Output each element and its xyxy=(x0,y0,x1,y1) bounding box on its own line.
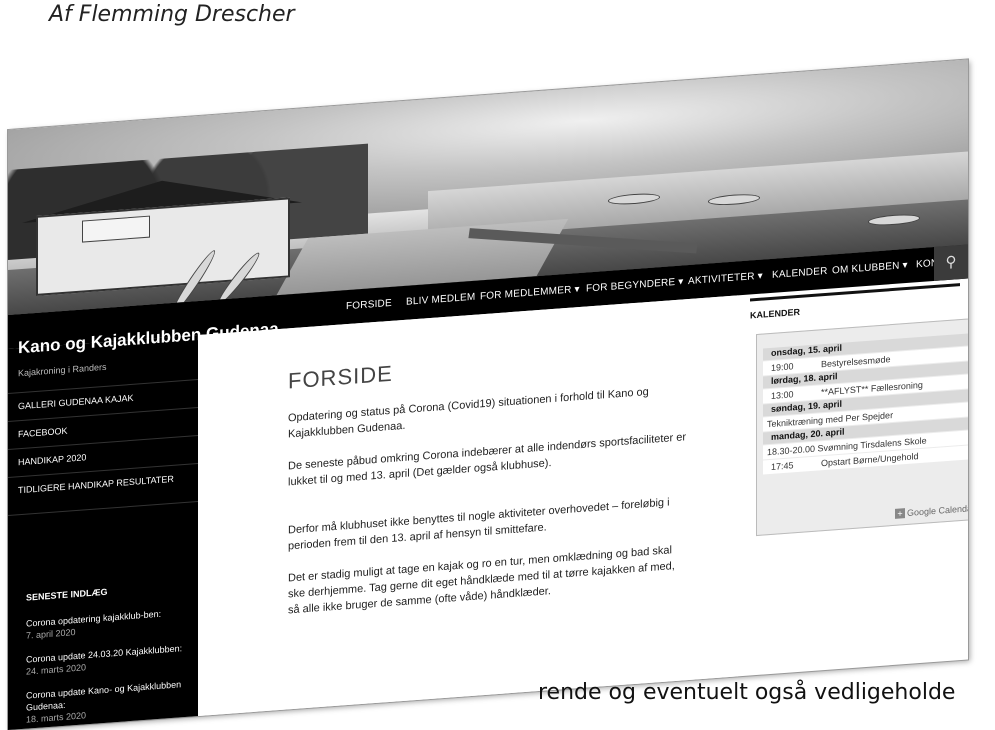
sidebar-link-facebook[interactable]: FACEBOOK xyxy=(18,416,188,440)
calendar-widget: KALENDER onsdag, 15. april 19:00 Bestyre… xyxy=(750,279,968,574)
calendar-heading: KALENDER xyxy=(750,306,801,321)
nav-kalender[interactable]: KALENDER xyxy=(772,266,828,281)
paragraph: Det er stadig muligt at tage en kajak og… xyxy=(288,544,675,617)
site-tagline: Kajakroning i Randers xyxy=(18,361,107,379)
nav-om-klubben[interactable]: OM KLUBBEN ▾ xyxy=(832,260,908,277)
sidebar-link-tidligere-handikap[interactable]: TIDLIGERE HANDIKAP RESULTATER xyxy=(18,472,188,496)
sidebar-link-galleri[interactable]: GALLERI GUDENAA KAJAK xyxy=(18,388,188,412)
website-screenshot: FORSIDE BLIV MEDLEM FOR MEDLEMMER ▾ FOR … xyxy=(8,59,968,730)
recent-posts-heading: SENESTE INDLÆG xyxy=(26,586,108,603)
article-byline: Af Flemming Drescher xyxy=(49,2,295,27)
plus-icon: + xyxy=(894,508,905,519)
recent-post[interactable]: Corona update 24.03.20 Kajakklubben: 24.… xyxy=(26,642,186,678)
nav-for-begyndere[interactable]: FOR BEGYNDERE ▾ xyxy=(586,276,683,294)
nav-forside[interactable]: FORSIDE xyxy=(346,298,392,312)
nav-bliv-medlem[interactable]: BLIV MEDLEM xyxy=(406,292,475,308)
nav-for-medlemmer[interactable]: FOR MEDLEMMER ▾ xyxy=(480,284,580,302)
recent-post[interactable]: Corona opdatering kajakklub-ben: 7. apri… xyxy=(26,606,186,642)
calendar-agenda[interactable]: onsdag, 15. april 19:00 Bestyrelsesmøde … xyxy=(756,317,968,537)
main-content: FORSIDE Opdatering og status på Corona (… xyxy=(198,295,738,730)
page-title: FORSIDE xyxy=(288,360,393,394)
paragraph: De seneste påbud omkring Corona indebære… xyxy=(288,431,687,489)
article-continuation-text: rende og eventuelt også vedligeholde xyxy=(538,680,956,705)
left-sidebar: Kano og Kajakklubben Gudenaa Kajakroning… xyxy=(8,319,279,730)
search-icon[interactable]: ⚲ xyxy=(934,244,968,281)
recent-post[interactable]: Corona update Kano- og Kajakklubben Gude… xyxy=(26,678,186,726)
nav-aktiviteter[interactable]: AKTIVITETER ▾ xyxy=(688,271,763,287)
google-calendar-button[interactable]: + Google Calendar xyxy=(894,503,968,519)
sidebar-link-handikap[interactable]: HANDIKAP 2020 xyxy=(18,444,188,468)
